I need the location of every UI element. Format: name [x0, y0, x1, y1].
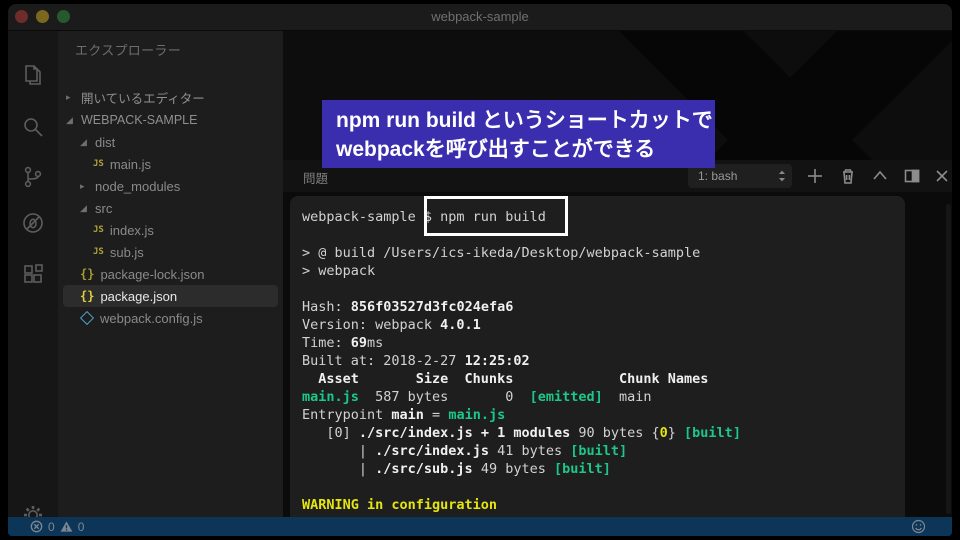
terminal-line: WARNING in configuration — [302, 497, 498, 513]
json-file-icon: {} — [80, 289, 95, 303]
select-arrows-icon — [779, 170, 785, 182]
terminal-line: Version: webpack 4.0.1 — [302, 317, 481, 333]
tab-problems[interactable]: 問題 — [303, 168, 328, 187]
plus-icon — [808, 169, 822, 183]
screen: webpack-sample エクスプローラー ▸ 開いているエディター ◢ W… — [0, 0, 960, 540]
terminal-line: > webpack — [302, 263, 376, 279]
add-terminal-button[interactable] — [806, 167, 824, 185]
explorer-sidebar: エクスプローラー ▸ 開いているエディター ◢ WEBPACK-SAMPLE ◢… — [58, 31, 283, 517]
terminal-line: Entrypoint main = main.js — [302, 407, 506, 423]
tree-item-label: node_modules — [95, 178, 181, 194]
annotation-line2: webpackを呼び出すことができる — [336, 138, 656, 161]
files-icon — [25, 65, 41, 85]
magnifier-icon — [24, 118, 43, 137]
tree-item-label: dist — [95, 134, 116, 150]
split-square-icon — [904, 169, 920, 183]
status-bar: 0 0 — [8, 517, 952, 536]
split-terminal-button[interactable] — [903, 167, 921, 185]
tree-item-label: src — [95, 200, 113, 216]
open-editors-section[interactable]: ▸ 開いているエディター — [58, 86, 283, 108]
json-file-icon: {} — [80, 267, 95, 281]
warning-count: 0 — [77, 519, 85, 534]
error-circle-icon — [30, 520, 43, 533]
terminal-line: | ./src/sub.js 49 bytes [built] — [302, 461, 611, 477]
blocks-icon — [24, 264, 43, 283]
tree-item-main.js[interactable]: JS main.js — [63, 153, 278, 175]
search-icon[interactable] — [21, 115, 45, 139]
file-tree: ◢ dist JS main.js ▸ node_modules ◢ src JS index.j… — [58, 131, 283, 329]
vscode-window: webpack-sample エクスプローラー ▸ 開いているエディター ◢ W… — [8, 4, 952, 536]
js-file-icon: JS — [93, 225, 104, 235]
terminal-line: Time: 69ms — [302, 335, 384, 351]
chevron-open-icon: ◢ — [80, 136, 87, 147]
tree-item-label: package-lock.json — [100, 266, 205, 282]
tree-item-webpack.config.js[interactable]: webpack.config.js — [63, 307, 278, 329]
js-file-icon: JS — [93, 247, 104, 257]
terminal-line: main.js 587 bytes 0 [emitted] main — [302, 389, 652, 405]
tree-item-label: sub.js — [109, 244, 144, 260]
feedback-smiley-icon[interactable] — [911, 519, 926, 534]
project-root-label: WEBPACK-SAMPLE — [81, 113, 198, 127]
tree-item-label: package.json — [100, 288, 178, 304]
chevron-right-icon: ▸ — [80, 180, 85, 191]
terminal-line: | ./src/index.js 41 bytes [built] — [302, 443, 628, 459]
warning-triangle-icon — [60, 521, 73, 532]
branch-icon — [24, 166, 42, 188]
terminal-line: Built at: 2018-2-27 12:25:02 — [302, 353, 530, 369]
terminal-line: > @ build /Users/ics-ikeda/Desktop/webpa… — [302, 245, 701, 261]
tree-item-label: index.js — [109, 222, 154, 238]
source-control-icon[interactable] — [21, 165, 45, 189]
panel-scrollbar[interactable] — [946, 204, 951, 514]
tree-item-node_modules[interactable]: ▸ node_modules — [63, 175, 278, 197]
smiley-icon — [911, 519, 926, 534]
activity-bar — [8, 31, 58, 524]
title-bar: webpack-sample — [8, 4, 952, 31]
trash-icon — [843, 169, 853, 184]
bottom-panel: 問題 1: bash webpack-sample $ npm run buil… — [283, 160, 952, 517]
tree-item-src[interactable]: ◢ src — [63, 197, 278, 219]
chevron-up-icon — [873, 170, 887, 180]
window-title: webpack-sample — [431, 9, 529, 24]
webpack-file-icon — [79, 310, 95, 326]
tree-item-sub.js[interactable]: JS sub.js — [63, 241, 278, 263]
chevron-right-icon: ▸ — [66, 91, 71, 102]
problems-status[interactable]: 0 0 — [30, 517, 84, 536]
debug-icon[interactable] — [21, 211, 45, 235]
chevron-open-icon: ◢ — [66, 114, 73, 125]
chevron-open-icon: ◢ — [80, 202, 87, 213]
tree-item-label: webpack.config.js — [100, 310, 203, 326]
bug-slash-icon — [23, 213, 43, 233]
maximize-panel-button[interactable] — [871, 167, 889, 185]
error-count: 0 — [48, 519, 55, 534]
sidebar-title: エクスプローラー — [75, 43, 182, 58]
tree-item-label: main.js — [109, 156, 152, 172]
terminal-select-value: 1: bash — [698, 169, 738, 183]
terminal-line: Hash: 856f03527d3fc024efa6 — [302, 299, 514, 315]
js-file-icon: JS — [93, 159, 104, 169]
annotation-callout: npm run build というショートカットで webpackを呼び出すこと… — [322, 100, 715, 168]
terminal-output: webpack-sample $ npm run build > @ build … — [302, 208, 741, 514]
terminal-line: Asset Size Chunks Chunk Names — [302, 371, 709, 387]
tree-item-package.json[interactable]: {} package.json — [63, 285, 278, 307]
extensions-icon[interactable] — [21, 263, 45, 287]
tree-item-index.js[interactable]: JS index.js — [63, 219, 278, 241]
project-root-section[interactable]: ◢ WEBPACK-SAMPLE — [58, 109, 283, 131]
terminal-line: [0] ./src/index.js + 1 modules 90 bytes … — [302, 425, 741, 441]
terminal[interactable]: webpack-sample $ npm run build > @ build … — [290, 196, 905, 517]
close-icon — [936, 170, 948, 182]
close-panel-button[interactable] — [933, 167, 951, 185]
highlight-box — [424, 196, 568, 236]
tree-item-package-lock.json[interactable]: {} package-lock.json — [63, 263, 278, 285]
tree-item-dist[interactable]: ◢ dist — [63, 131, 278, 153]
kill-terminal-button[interactable] — [839, 167, 857, 185]
explorer-icon[interactable] — [21, 63, 45, 87]
annotation-line1: npm run build というショートカットで — [336, 109, 713, 132]
open-editors-label: 開いているエディター — [81, 91, 205, 106]
